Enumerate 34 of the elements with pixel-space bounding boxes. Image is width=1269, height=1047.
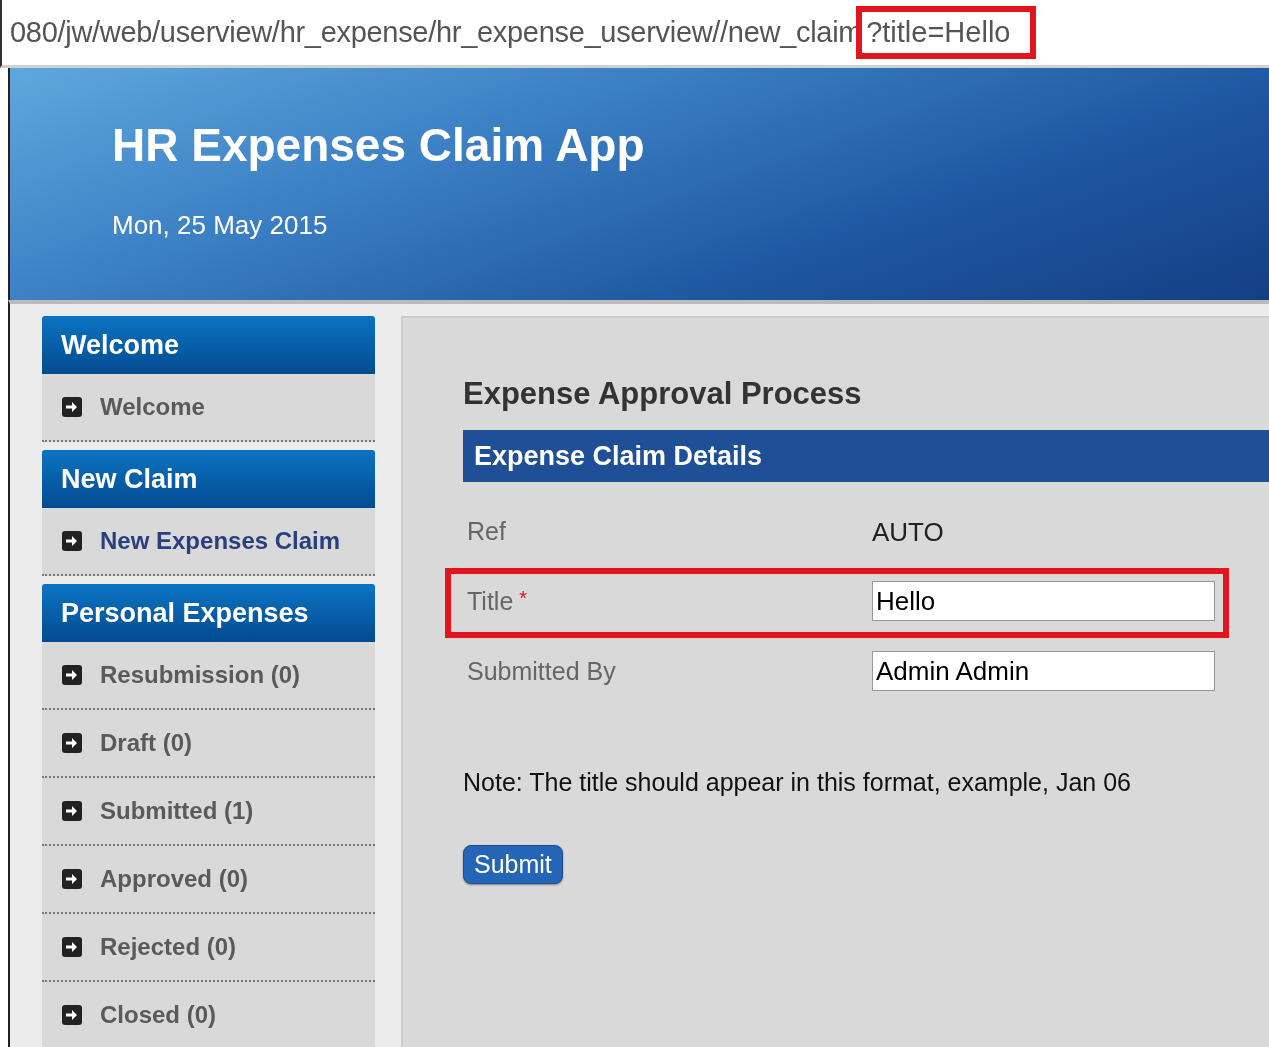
sidebar-item-label: Approved (0) bbox=[100, 865, 248, 893]
sidebar-item[interactable]: Submitted (1) bbox=[42, 778, 375, 846]
sidebar-section-header: New Claim bbox=[42, 450, 375, 508]
field-label: Submitted By bbox=[467, 657, 617, 686]
input-field[interactable]: Admin Admin bbox=[872, 651, 1215, 691]
submit-button[interactable]: Submit bbox=[463, 845, 563, 884]
app-title: HR Expenses Claim App bbox=[112, 118, 646, 172]
sidebar-item[interactable]: Resubmission (0) bbox=[42, 642, 375, 710]
required-mark: * bbox=[519, 587, 528, 609]
url-query: ?title=Hello bbox=[856, 6, 1037, 59]
field-label: Title * bbox=[467, 587, 529, 616]
sidebar-item-label: Resubmission (0) bbox=[100, 661, 301, 689]
form-heading: Expense Approval Process bbox=[463, 376, 863, 412]
sidebar-item[interactable]: Draft (0) bbox=[42, 710, 375, 778]
note-text: Note: The title should appear in this format, example, Jan 06 bbox=[463, 768, 1132, 797]
sidebar-item[interactable]: Closed (0) bbox=[42, 982, 375, 1047]
address-bar[interactable]: 080/jw/web/userview/hr_expense/hr_expense_userview//new_claim?title=Hello bbox=[0, 0, 1269, 68]
sidebar-section-header: Welcome bbox=[42, 316, 375, 374]
field-value: AUTO bbox=[872, 517, 944, 548]
sidebar-item[interactable]: Approved (0) bbox=[42, 846, 375, 914]
sidebar-item[interactable]: New Expenses Claim bbox=[42, 508, 375, 576]
sidebar-item[interactable]: Rejected (0) bbox=[42, 914, 375, 982]
header-date: Mon, 25 May 2015 bbox=[112, 210, 329, 241]
sidebar-item-label: New Expenses Claim bbox=[100, 527, 341, 555]
sidebar-item[interactable]: Welcome bbox=[42, 374, 375, 442]
sidebar-item-label: Draft (0) bbox=[100, 729, 192, 757]
input-field[interactable]: Hello bbox=[872, 581, 1215, 621]
field-label: Ref bbox=[467, 517, 507, 546]
section-bar: Expense Claim Details bbox=[463, 430, 1269, 482]
sidebar-section-header: Personal Expenses bbox=[42, 584, 375, 642]
sidebar-item-label: Welcome bbox=[100, 393, 205, 421]
sidebar-item-label: Rejected (0) bbox=[100, 933, 237, 961]
sidebar-item-label: Closed (0) bbox=[100, 1001, 216, 1029]
sidebar-item-label: Submitted (1) bbox=[100, 797, 254, 825]
